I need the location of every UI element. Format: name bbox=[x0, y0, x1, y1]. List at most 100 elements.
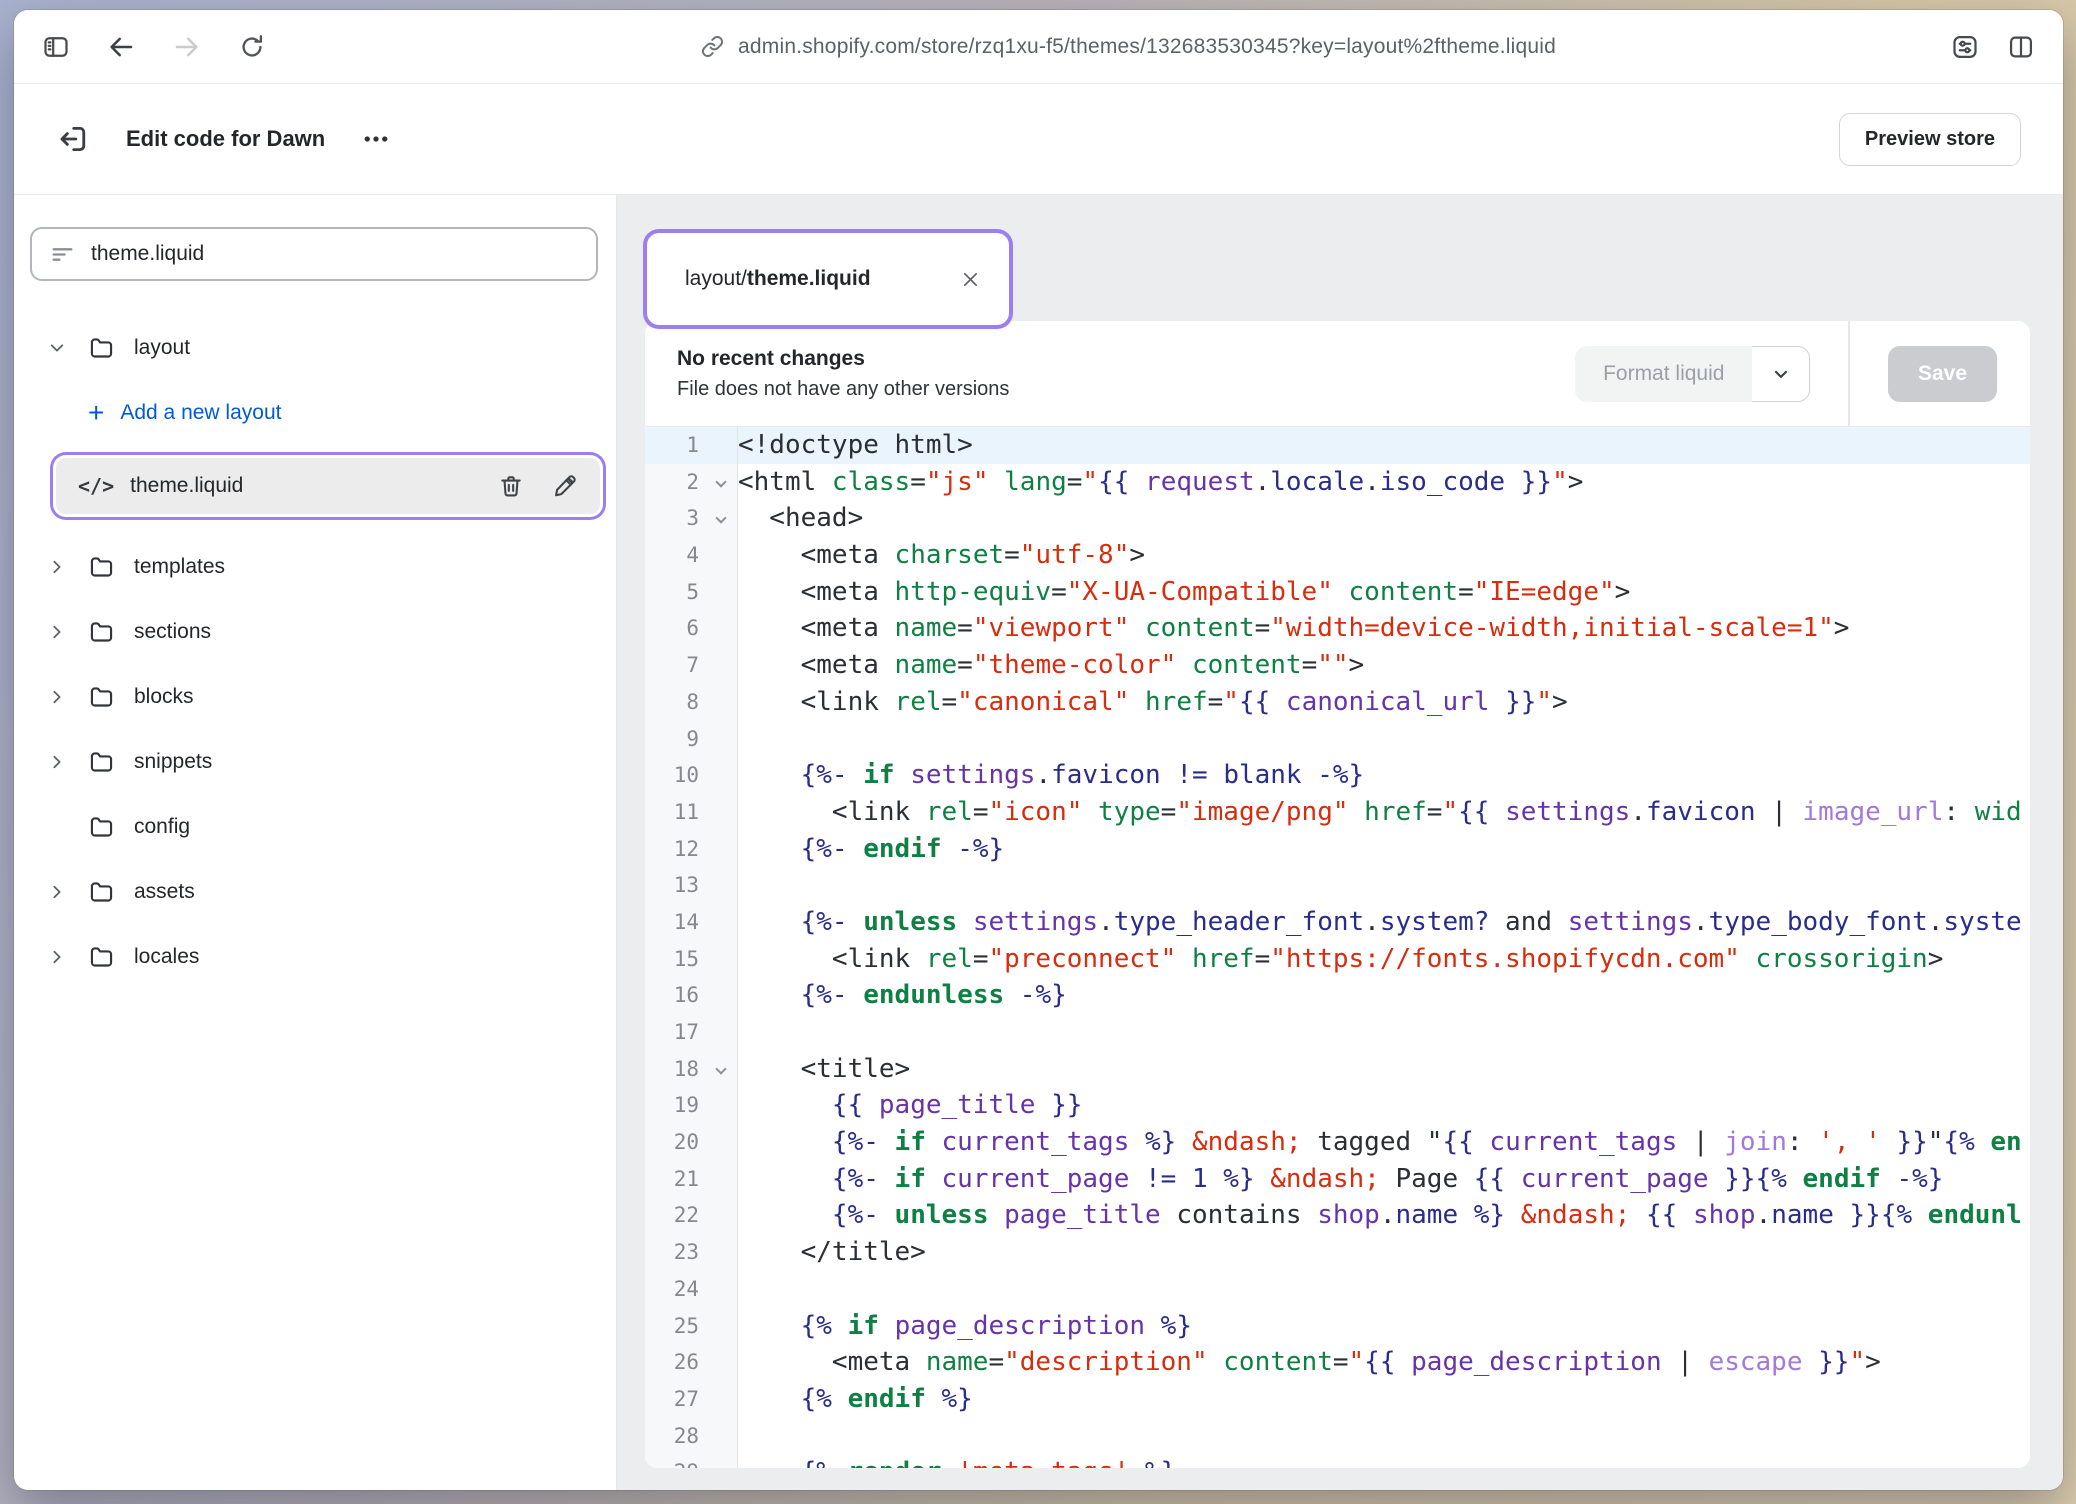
folder-label: snippets bbox=[134, 750, 212, 774]
reload-icon bbox=[238, 33, 266, 61]
sidebar-item-sections[interactable]: sections bbox=[30, 599, 598, 664]
customize-icon bbox=[1951, 33, 1979, 61]
folder-label: config bbox=[134, 815, 190, 839]
sidebar-item-snippets[interactable]: snippets bbox=[30, 729, 598, 794]
more-menu-button[interactable] bbox=[361, 124, 391, 154]
split-view-icon bbox=[2007, 33, 2035, 61]
tab-label: layout/theme.liquid bbox=[685, 267, 871, 291]
code-line: <link rel="icon" type="image/png" href="… bbox=[738, 794, 2030, 831]
back-icon bbox=[106, 32, 136, 62]
file-search-input[interactable] bbox=[91, 242, 578, 266]
folder-label: templates bbox=[134, 555, 225, 579]
format-liquid-button[interactable]: Format liquid bbox=[1575, 346, 1752, 402]
url-bar[interactable]: admin.shopify.com/store/rzq1xu-f5/themes… bbox=[372, 35, 1885, 59]
line-number: 19 bbox=[645, 1087, 737, 1124]
code-area[interactable]: <!doctype html><html class="js" lang="{{… bbox=[738, 427, 2030, 1468]
split-view-button[interactable] bbox=[2007, 33, 2035, 61]
filter-icon bbox=[50, 242, 75, 267]
rename-file-icon[interactable] bbox=[552, 473, 578, 499]
customize-button[interactable] bbox=[1951, 33, 1979, 61]
code-line: <title> bbox=[738, 1051, 2030, 1088]
chevron-right-icon[interactable] bbox=[48, 948, 88, 966]
line-number: 25 bbox=[645, 1308, 737, 1345]
code-line bbox=[738, 867, 2030, 904]
sidebar-item-templates[interactable]: templates bbox=[30, 534, 598, 599]
line-number: 21 bbox=[645, 1161, 737, 1198]
close-icon[interactable] bbox=[960, 269, 981, 290]
sidebar-item-layout[interactable]: layout bbox=[30, 315, 598, 380]
line-number: 29 bbox=[645, 1454, 737, 1468]
code-line: <link rel="canonical" href="{{ canonical… bbox=[738, 684, 2030, 721]
sidebar-item-theme-liquid[interactable]: </>theme.liquid bbox=[56, 458, 600, 514]
save-button[interactable]: Save bbox=[1888, 346, 1997, 402]
line-number: 13 bbox=[645, 867, 737, 904]
version-panel: No recent changes File does not have any… bbox=[645, 321, 2030, 427]
line-number: 26 bbox=[645, 1344, 737, 1381]
file-label: theme.liquid bbox=[130, 474, 482, 498]
exit-icon bbox=[56, 122, 90, 156]
fold-chevron-icon[interactable] bbox=[715, 1063, 726, 1074]
fold-chevron-icon[interactable] bbox=[715, 476, 726, 487]
sidebar-toggle-button[interactable] bbox=[42, 33, 70, 61]
line-number: 12 bbox=[645, 831, 737, 868]
chevron-right-icon[interactable] bbox=[48, 558, 88, 576]
code-line: <!doctype html> bbox=[738, 427, 2030, 464]
line-number-gutter: 1234567891011121314151617181920212223242… bbox=[645, 427, 738, 1468]
code-line: <head> bbox=[738, 500, 2030, 537]
add-new-layout-button[interactable]: + Add a new layout bbox=[30, 380, 598, 445]
chevron-right-icon[interactable] bbox=[48, 623, 88, 641]
code-line: {%- if current_tags %} &ndash; tagged "{… bbox=[738, 1124, 2030, 1161]
panel-title: No recent changes bbox=[677, 347, 1009, 371]
line-number: 17 bbox=[645, 1014, 737, 1051]
forward-button[interactable] bbox=[172, 32, 202, 62]
line-number: 24 bbox=[645, 1271, 737, 1308]
chevron-right-icon[interactable] bbox=[48, 753, 88, 771]
line-number: 4 bbox=[645, 537, 737, 574]
panel-subtitle: File does not have any other versions bbox=[677, 378, 1009, 401]
line-number: 15 bbox=[645, 941, 737, 978]
fold-chevron-icon[interactable] bbox=[715, 513, 726, 524]
code-line: {% if page_description %} bbox=[738, 1308, 2030, 1345]
code-line bbox=[738, 1014, 2030, 1051]
file-tree: layout + Add a new layout </>theme.liquid te… bbox=[30, 307, 598, 989]
reload-button[interactable] bbox=[238, 33, 266, 61]
plus-icon: + bbox=[88, 399, 104, 427]
delete-file-icon[interactable] bbox=[498, 473, 524, 499]
page-title: Edit code for Dawn bbox=[126, 126, 325, 152]
line-number: 7 bbox=[645, 647, 737, 684]
browser-window: admin.shopify.com/store/rzq1xu-f5/themes… bbox=[14, 10, 2063, 1490]
back-button[interactable] bbox=[106, 32, 136, 62]
action-label: Add a new layout bbox=[120, 401, 281, 425]
tab-theme-liquid[interactable]: layout/theme.liquid bbox=[647, 233, 1009, 325]
folder-label: locales bbox=[134, 945, 199, 969]
sidebar-item-blocks[interactable]: blocks bbox=[30, 664, 598, 729]
chevron-down-icon[interactable] bbox=[48, 339, 88, 357]
chevron-right-icon[interactable] bbox=[48, 883, 88, 901]
code-line: {{ page_title }} bbox=[738, 1087, 2030, 1124]
line-number: 5 bbox=[645, 574, 737, 611]
editor-card: No recent changes File does not have any… bbox=[645, 321, 2030, 1468]
sidebar-item-assets[interactable]: assets bbox=[30, 859, 598, 924]
format-liquid-menu-button[interactable] bbox=[1752, 346, 1810, 402]
code-line: <meta charset="utf-8"> bbox=[738, 537, 2030, 574]
chevron-down-icon bbox=[1771, 364, 1791, 384]
code-line: {%- if current_page != 1 %} &ndash; Page… bbox=[738, 1161, 2030, 1198]
folder-icon bbox=[88, 334, 134, 361]
code-line: {%- unless page_title contains shop.name… bbox=[738, 1197, 2030, 1234]
sidebar: layout + Add a new layout </>theme.liquid te… bbox=[14, 195, 617, 1490]
file-search-box[interactable] bbox=[30, 227, 598, 281]
sidebar-item-config[interactable]: config bbox=[30, 794, 598, 859]
folder-icon bbox=[88, 748, 134, 775]
line-number: 14 bbox=[645, 904, 737, 941]
folder-icon bbox=[88, 943, 134, 970]
sidebar-item-locales[interactable]: locales bbox=[30, 924, 598, 989]
code-line: </title> bbox=[738, 1234, 2030, 1271]
line-number: 11 bbox=[645, 794, 737, 831]
folder-icon bbox=[88, 618, 134, 645]
chevron-right-icon[interactable] bbox=[48, 688, 88, 706]
exit-editor-button[interactable] bbox=[56, 122, 90, 156]
preview-store-button[interactable]: Preview store bbox=[1839, 113, 2021, 166]
line-number: 3 bbox=[645, 500, 737, 537]
line-number: 28 bbox=[645, 1418, 737, 1455]
sidebar-toggle-icon bbox=[42, 33, 70, 61]
